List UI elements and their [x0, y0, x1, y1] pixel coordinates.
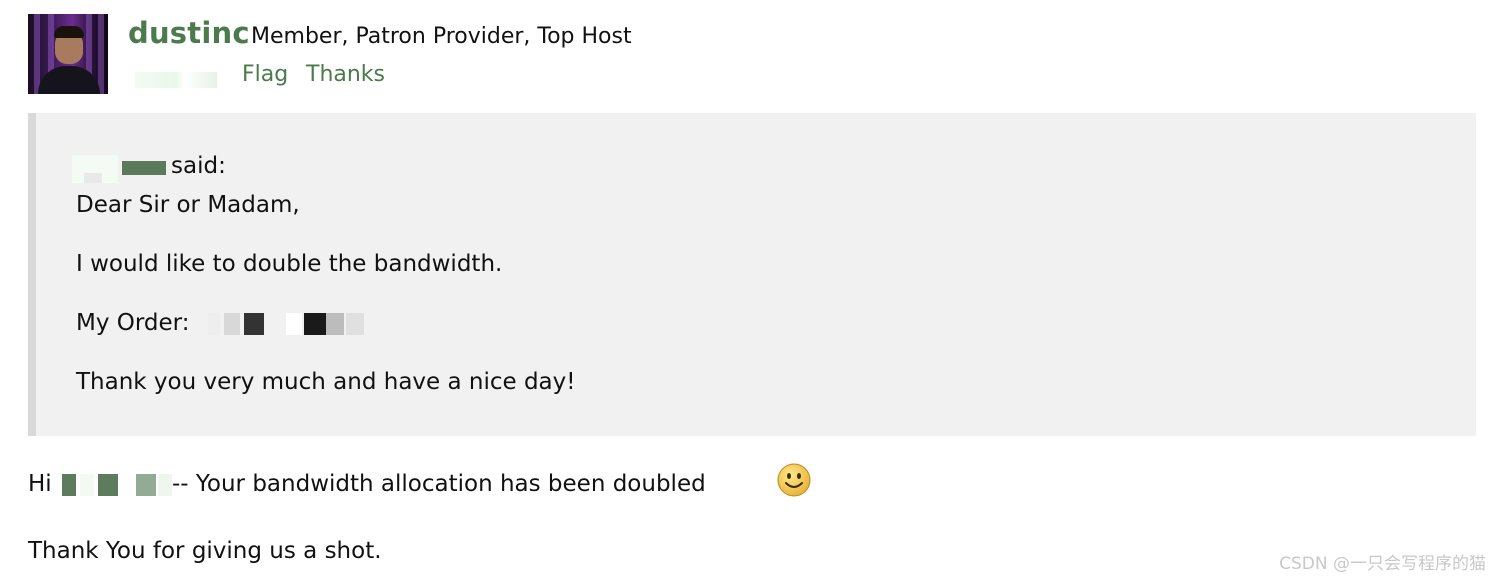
redacted-order-number — [208, 313, 378, 335]
avatar-background-stripe — [98, 14, 104, 94]
quote-said-label: said: — [171, 153, 226, 179]
quote-closing: Thank you very much and have a nice day! — [76, 369, 576, 395]
smiley-face-icon — [777, 463, 811, 497]
flag-link[interactable]: Flag — [242, 62, 288, 87]
reply-message: -- Your bandwidth allocation has been do… — [172, 471, 706, 497]
watermark: CSDN @一只会写程序的猫 — [1279, 554, 1486, 574]
avatar-background-stripe — [34, 14, 40, 94]
reply-hi: Hi — [28, 471, 52, 497]
username-link[interactable]: dustinc — [128, 16, 250, 50]
avatar-hair — [54, 26, 84, 38]
quote-greeting: Dear Sir or Madam, — [76, 192, 300, 218]
quote-order-label: My Order: — [76, 310, 190, 336]
reply-thanks: Thank You for giving us a shot. — [28, 538, 382, 564]
redacted-recipient-name — [62, 474, 172, 496]
quote-request: I would like to double the bandwidth. — [76, 251, 503, 277]
quote-block: said: Dear Sir or Madam, I would like to… — [28, 113, 1476, 436]
redacted-quote-author — [72, 155, 168, 183]
thanks-link[interactable]: Thanks — [306, 62, 385, 87]
redacted-meta — [135, 72, 217, 88]
user-roles: Member, Patron Provider, Top Host — [251, 24, 632, 49]
avatar[interactable] — [28, 14, 108, 94]
